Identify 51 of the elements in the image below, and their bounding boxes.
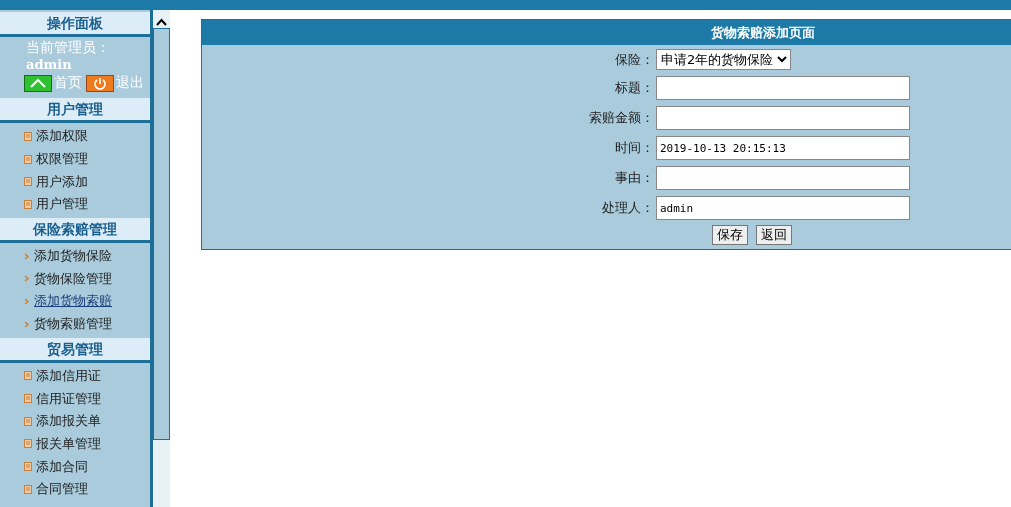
menu-item[interactable]: 货物保险管理 — [34, 269, 112, 288]
document-icon — [24, 199, 32, 209]
menu-item[interactable]: 货物索赔管理 — [34, 315, 112, 334]
menu-item[interactable]: 合同管理 — [36, 480, 88, 499]
field-label: 时间： — [614, 139, 654, 157]
input-field[interactable]: admin — [656, 196, 910, 220]
document-icon — [24, 416, 32, 426]
menu-item[interactable]: 用户管理 — [36, 195, 88, 214]
document-icon — [24, 177, 32, 187]
menu-item[interactable]: 添加货物保险 — [34, 247, 112, 266]
menu-item[interactable]: 权限管理 — [36, 150, 88, 169]
insurance-select[interactable]: 申请2年的货物保险 — [656, 49, 791, 70]
menu-item[interactable]: 添加合同 — [36, 457, 88, 476]
form-button[interactable]: 返回 — [755, 225, 792, 245]
field-label: 保险： — [614, 50, 654, 69]
field-label: 索赔金额： — [588, 109, 654, 127]
input-field[interactable]: 2019-10-13 20:15:13 — [656, 136, 910, 160]
input-field[interactable] — [656, 106, 910, 130]
section-header[interactable]: 用户管理 — [0, 98, 150, 123]
document-icon — [24, 439, 32, 449]
input-field[interactable] — [656, 76, 910, 100]
section-header[interactable]: 保险索赔管理 — [0, 217, 150, 243]
document-icon — [24, 371, 32, 381]
power-icon — [86, 74, 114, 92]
document-icon — [24, 131, 32, 141]
panel-title: 操作面板 — [0, 12, 150, 37]
chevron-icon — [24, 252, 30, 260]
section-header[interactable]: 贸易管理 — [0, 337, 150, 363]
scrollbar[interactable] — [153, 10, 170, 507]
field-label: 事由： — [614, 169, 654, 187]
menu-item[interactable]: 添加权限 — [36, 127, 88, 146]
menu-item[interactable]: 添加货物索赔 — [34, 292, 112, 311]
document-icon — [24, 484, 32, 494]
document-icon — [24, 154, 32, 164]
input-field[interactable] — [656, 166, 910, 190]
menu-item[interactable]: 添加报关单 — [36, 412, 101, 431]
chevron-icon — [24, 297, 30, 305]
field-label: 标题： — [614, 79, 654, 97]
menu-item[interactable]: 信用证管理 — [36, 389, 101, 408]
form-button[interactable]: 保存 — [711, 225, 748, 245]
field-label: 处理人： — [601, 199, 654, 217]
menu-item[interactable]: 用户添加 — [36, 172, 88, 191]
form-title: 货物索赔添加页面 — [202, 20, 1011, 45]
document-icon — [24, 462, 32, 472]
menu-item[interactable]: 添加信用证 — [36, 366, 101, 385]
admin-name: admin — [26, 57, 73, 72]
admin-label: 当前管理员： — [26, 39, 111, 57]
document-icon — [24, 394, 32, 404]
chevron-icon — [24, 320, 30, 328]
menu-item[interactable]: 报关单管理 — [36, 434, 101, 453]
chevron-icon — [24, 275, 30, 283]
